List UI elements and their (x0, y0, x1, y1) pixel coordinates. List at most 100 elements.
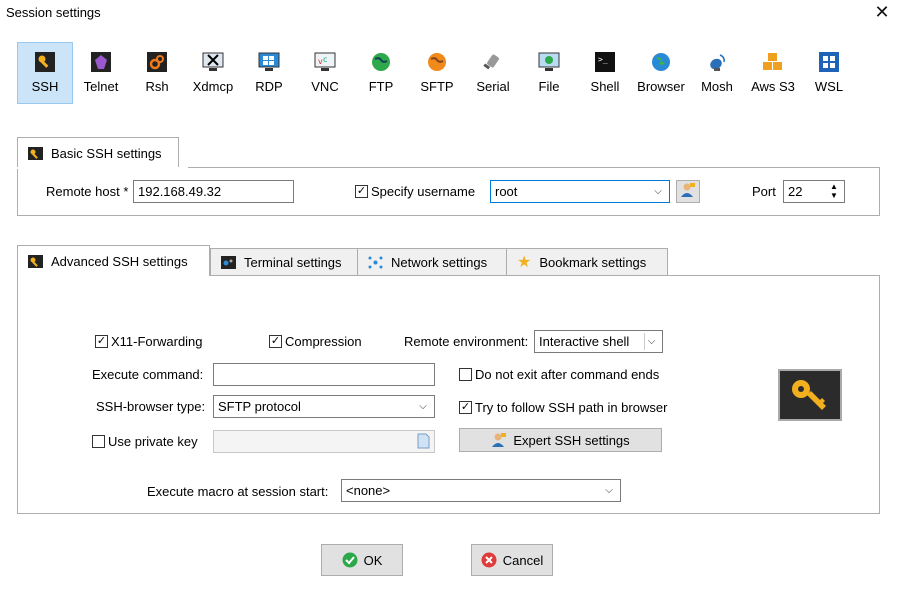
protocol-xdmcp[interactable]: Xdmcp (185, 42, 241, 104)
ok-button[interactable]: OK (321, 544, 403, 576)
private-key-input[interactable] (213, 430, 435, 453)
tab-bookmark[interactable]: ★ Bookmark settings (506, 248, 668, 276)
protocol-bar: SSH Telnet Rsh Xdmcp RDP vc VNC FTP SFTP… (17, 42, 857, 104)
vnc-icon: vc (314, 51, 336, 73)
star-icon: ★ (517, 254, 532, 271)
protocol-label: File (538, 79, 560, 94)
tab-network[interactable]: Network settings (357, 248, 507, 276)
protocol-label: Serial (476, 79, 510, 94)
protocol-ssh[interactable]: SSH (17, 42, 73, 104)
username-value: root (495, 184, 518, 199)
protocol-aws-s3[interactable]: Aws S3 (745, 42, 801, 104)
expert-ssh-settings-button[interactable]: Expert SSH settings (459, 428, 662, 452)
protocol-label: Shell (590, 79, 620, 94)
remote-host-label: Remote host * (46, 184, 129, 199)
protocol-vnc[interactable]: vc VNC (297, 42, 353, 104)
port-label: Port (752, 184, 776, 199)
tab-basic-ssh[interactable]: Basic SSH settings (17, 137, 179, 168)
protocol-ftp[interactable]: FTP (353, 42, 409, 104)
svg-text:c: c (323, 55, 327, 64)
close-icon[interactable]: ✕ (872, 2, 892, 22)
tab-network-label: Network settings (391, 254, 488, 270)
protocol-label: RDP (255, 79, 283, 94)
telnet-icon (90, 51, 112, 73)
ssh-browser-type-label: SSH-browser type: (96, 399, 206, 414)
checkbox-box: ✓ (95, 335, 108, 348)
checkbox-box: ✓ (459, 401, 472, 414)
port-spinner[interactable]: ▲ ▼ (827, 182, 841, 201)
user-icon (491, 432, 507, 448)
ssh-browser-type-value: SFTP protocol (218, 399, 301, 414)
user-icon (680, 182, 696, 201)
x11-forwarding-checkbox[interactable]: ✓ X11-Forwarding (95, 334, 203, 349)
execute-command-input[interactable] (213, 363, 435, 386)
execute-macro-select[interactable]: <none> ⌵ (341, 479, 621, 502)
check-icon (342, 552, 358, 568)
shell-icon: >_ (594, 51, 616, 73)
protocol-label: Rsh (145, 79, 169, 94)
follow-ssh-path-checkbox[interactable]: ✓ Try to follow SSH path in browser (459, 400, 667, 415)
protocol-label: Browser (637, 79, 685, 94)
protocol-shell[interactable]: >_ Shell (577, 42, 633, 104)
protocol-mosh[interactable]: Mosh (689, 42, 745, 104)
checkbox-box (459, 368, 472, 381)
rdp-icon (258, 51, 280, 73)
checkbox-box: ✓ (269, 335, 282, 348)
protocol-sftp[interactable]: SFTP (409, 42, 465, 104)
username-combo[interactable]: root ⌵ (490, 180, 670, 203)
chevron-down-icon: ⌵ (419, 401, 427, 412)
protocol-telnet[interactable]: Telnet (73, 42, 129, 104)
checkbox-box: ✓ (355, 185, 368, 198)
execute-macro-value: <none> (346, 483, 391, 498)
protocol-browser[interactable]: Browser (633, 42, 689, 104)
protocol-serial[interactable]: Serial (465, 42, 521, 104)
do-not-exit-label: Do not exit after command ends (475, 367, 660, 382)
cancel-icon (481, 552, 497, 568)
ssh-browser-type-select[interactable]: SFTP protocol ⌵ (213, 395, 435, 418)
use-private-key-checkbox[interactable]: Use private key (92, 434, 198, 449)
chevron-down-icon: ⌵ (654, 186, 662, 197)
tab-advanced-ssh-label: Advanced SSH settings (51, 253, 188, 269)
port-value: 22 (788, 184, 803, 199)
protocol-wsl[interactable]: WSL (801, 42, 857, 104)
protocol-rdp[interactable]: RDP (241, 42, 297, 104)
remote-environment-select[interactable]: Interactive shell ⌵ (534, 330, 663, 353)
xdmcp-icon (202, 51, 224, 73)
protocol-label: Aws S3 (751, 79, 795, 94)
user-manager-button[interactable] (676, 180, 700, 203)
serial-icon (482, 51, 504, 73)
compression-checkbox[interactable]: ✓ Compression (269, 334, 362, 349)
tab-join (16, 167, 188, 169)
ok-label: OK (363, 552, 383, 568)
terminal-icon (221, 255, 236, 269)
aws-s3-icon (762, 51, 784, 73)
chevron-down-icon: ⌵ (644, 333, 658, 350)
protocol-label: VNC (311, 79, 339, 94)
file-icon (538, 51, 560, 73)
specify-username-checkbox[interactable]: ✓ Specify username (355, 184, 475, 199)
do-not-exit-checkbox[interactable]: Do not exit after command ends (459, 367, 659, 382)
cancel-label: Cancel (502, 552, 544, 568)
cancel-button[interactable]: Cancel (471, 544, 553, 576)
specify-username-label: Specify username (371, 184, 476, 199)
protocol-label: Telnet (83, 79, 119, 94)
protocol-rsh[interactable]: Rsh (129, 42, 185, 104)
protocol-file[interactable]: File (521, 42, 577, 104)
follow-ssh-path-label: Try to follow SSH path in browser (475, 400, 668, 415)
compression-label: Compression (285, 334, 362, 349)
tab-join (18, 275, 209, 277)
remote-host-input[interactable]: 192.168.49.32 (133, 180, 294, 203)
sftp-icon (426, 51, 448, 73)
document-icon[interactable] (417, 433, 430, 452)
checkbox-box (92, 435, 105, 448)
ftp-icon (370, 51, 392, 73)
chevron-down-icon: ⌵ (605, 485, 613, 496)
mosh-icon (706, 51, 728, 73)
svg-text:>_: >_ (598, 55, 608, 64)
expert-ssh-settings-label: Expert SSH settings (513, 432, 630, 448)
execute-command-label: Execute command: (92, 367, 204, 382)
tab-advanced-ssh[interactable]: Advanced SSH settings (17, 245, 210, 276)
protocol-label: Xdmcp (192, 79, 234, 94)
tab-terminal[interactable]: Terminal settings (210, 248, 358, 276)
protocol-label: SFTP (420, 79, 454, 94)
